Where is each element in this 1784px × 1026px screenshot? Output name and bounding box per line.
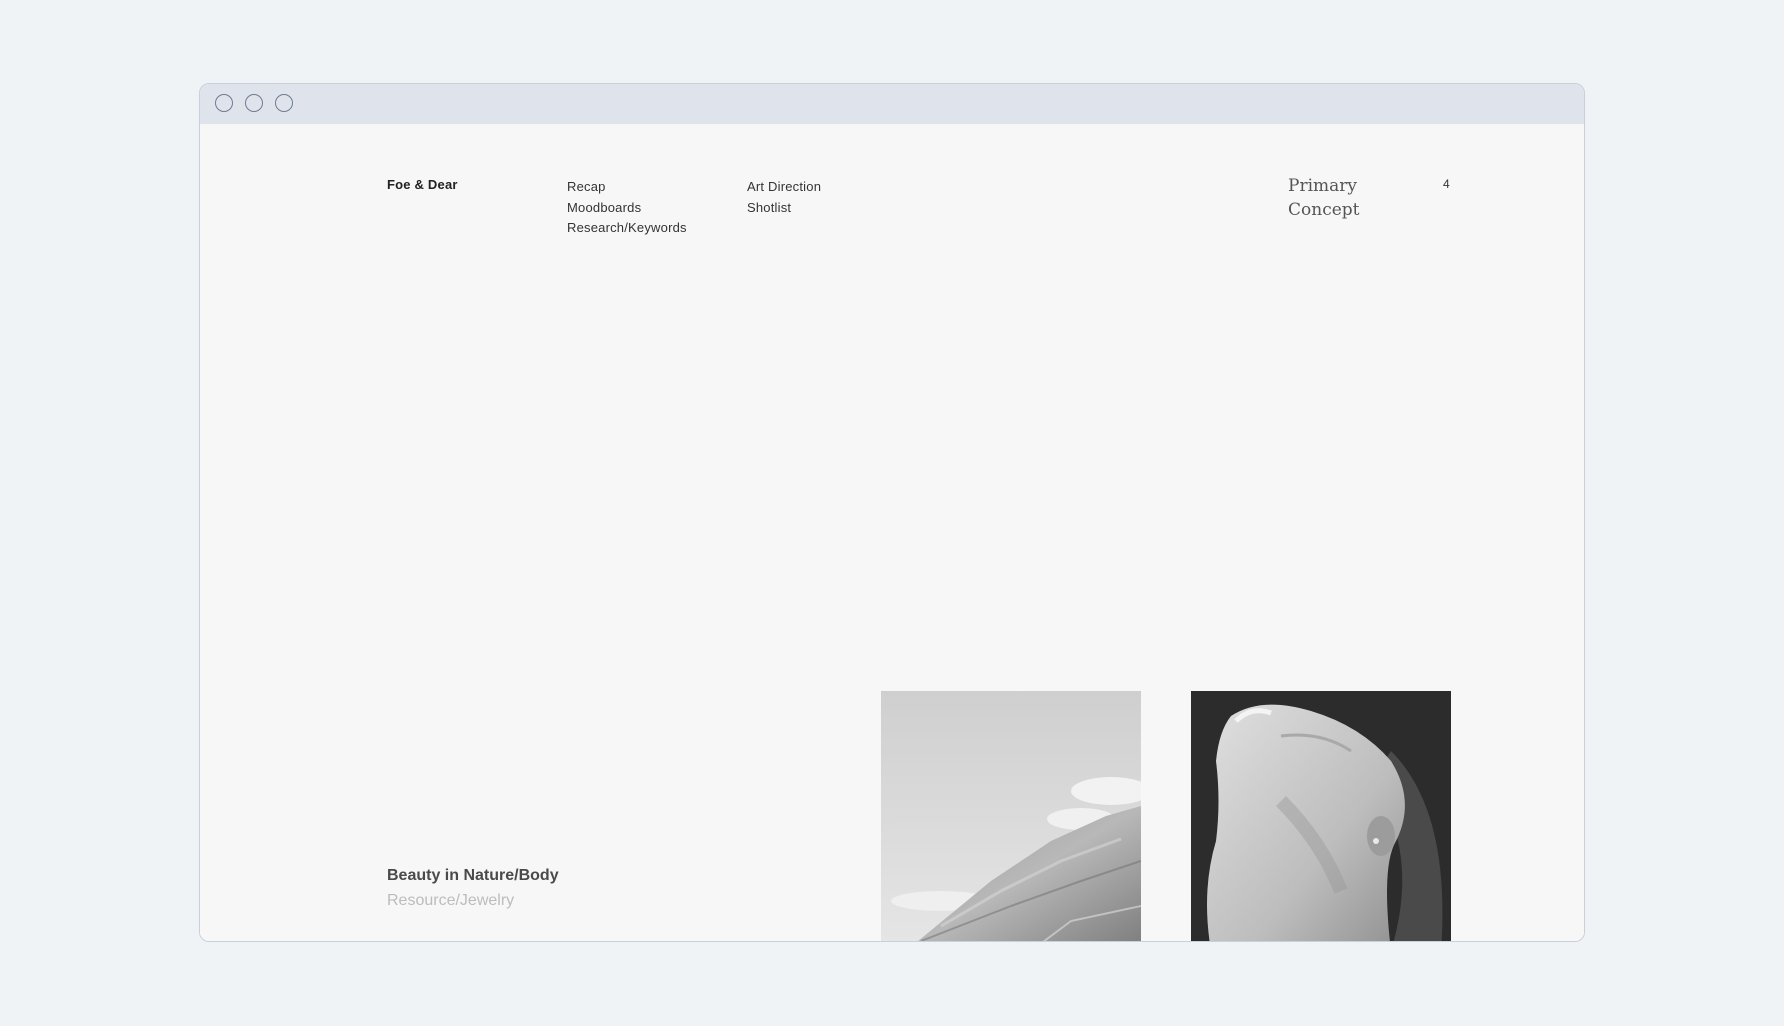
- caption-title: Beauty in Nature/Body: [387, 867, 559, 884]
- nav-link-recap[interactable]: Recap: [567, 177, 687, 198]
- section-title: Primary Concept: [1288, 174, 1360, 222]
- page-content: Foe & Dear Recap Moodboards Research/Key…: [200, 124, 1584, 941]
- caption-subtitle: Resource/Jewelry: [387, 892, 515, 909]
- nav-link-shotlist[interactable]: Shotlist: [747, 198, 821, 219]
- maximize-window-icon[interactable]: [275, 94, 293, 112]
- nav-column-1: Recap Moodboards Research/Keywords: [567, 177, 687, 239]
- mountain-photo: [881, 691, 1141, 941]
- close-window-icon[interactable]: [215, 94, 233, 112]
- page-number: 4: [1443, 177, 1450, 191]
- window-titlebar: [200, 84, 1584, 124]
- section-title-line-1: Primary: [1288, 176, 1357, 196]
- minimize-window-icon[interactable]: [245, 94, 263, 112]
- portrait-photo: [1191, 691, 1451, 941]
- nav-link-research-keywords[interactable]: Research/Keywords: [567, 218, 687, 239]
- nav-link-art-direction[interactable]: Art Direction: [747, 177, 821, 198]
- browser-window: Foe & Dear Recap Moodboards Research/Key…: [199, 83, 1585, 942]
- nav-link-moodboards[interactable]: Moodboards: [567, 198, 687, 219]
- nav-column-2: Art Direction Shotlist: [747, 177, 821, 218]
- brand-logo[interactable]: Foe & Dear: [387, 177, 458, 192]
- section-title-line-2: Concept: [1288, 200, 1360, 220]
